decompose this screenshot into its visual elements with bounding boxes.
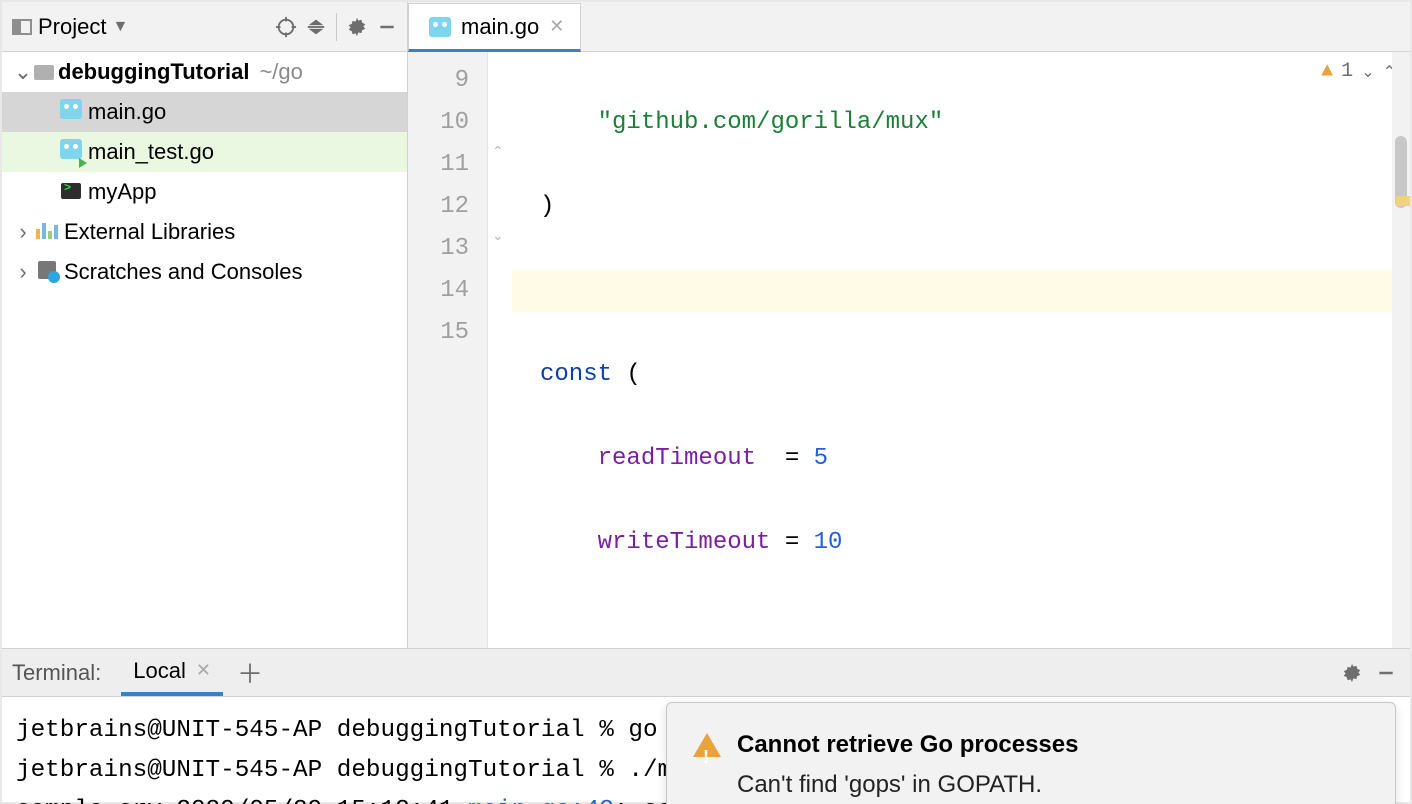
inspection-widget[interactable]: ▲ 1 ⌄ ⌃ [1321,60,1396,83]
tree-item-label: main.go [84,100,166,124]
tree-item-label: Scratches and Consoles [60,260,302,284]
editor: main.go ✕ 9 10 11 12 13 14 15 ⌃ ⌄ [408,2,1410,648]
tree-item-label: main_test.go [84,140,214,164]
fold-close-icon[interactable]: ⌃ [492,144,504,161]
tree-root[interactable]: ⌄ debuggingTutorial ~/go [2,52,407,92]
tree-external-libs[interactable]: › External Libraries [2,212,407,252]
notification-title: Cannot retrieve Go processes [737,725,1078,765]
editor-tab-label: main.go [461,14,539,40]
scratches-icon [38,261,56,279]
libraries-icon [36,221,58,239]
terminal-tab-label: Local [133,658,186,684]
editor-scrollbar[interactable] [1392,52,1410,648]
notification-message: Can't find 'gops' in GOPATH. [693,765,1369,804]
project-tree[interactable]: ⌄ debuggingTutorial ~/go main.go main_te… [2,52,407,648]
tree-item-label: External Libraries [60,220,235,244]
terminal-tab-local[interactable]: Local ✕ [121,650,223,696]
collapse-icon[interactable] [302,13,330,41]
editor-tabbar: main.go ✕ [408,2,1410,52]
tree-item-binary[interactable]: myApp [2,172,407,212]
tree-root-path: ~/go [249,60,302,84]
tree-item-main-test[interactable]: main_test.go [2,132,407,172]
warning-icon [693,733,721,757]
code-body[interactable]: "github.com/gorilla/mux" ) const ( readT… [512,52,1410,648]
go-file-icon [60,99,82,119]
terminal-panel: Terminal: Local ✕ ＋ jetbrains@UNIT-545-A… [2,649,1410,804]
project-icon [12,19,32,35]
project-sidebar: Project ▼ [2,2,408,648]
go-test-file-icon [60,139,82,159]
chevron-down-icon: ▼ [112,18,128,36]
folder-icon [34,65,54,80]
terminal-toolbar: Terminal: Local ✕ ＋ [2,649,1410,697]
fold-column[interactable]: ⌃ ⌄ [488,52,512,648]
add-terminal-button[interactable]: ＋ [229,654,271,691]
file-link[interactable]: main.go:42 [468,797,614,804]
line-gutter: 9 10 11 12 13 14 15 [408,52,488,648]
chevron-down-icon[interactable]: ⌄ [12,60,34,84]
project-toolbar: Project ▼ [2,2,407,52]
code-editor[interactable]: 9 10 11 12 13 14 15 ⌃ ⌄ "github.com/gori… [408,52,1410,648]
inspection-count: 1 [1341,60,1353,83]
target-icon[interactable] [272,13,300,41]
editor-tab-main[interactable]: main.go ✕ [408,3,581,52]
minimize-icon[interactable] [1372,659,1400,687]
binary-file-icon [61,183,81,199]
gear-icon[interactable] [1338,659,1366,687]
tree-root-name: debuggingTutorial [54,60,249,84]
tree-item-main[interactable]: main.go [2,92,407,132]
go-file-icon [429,17,451,37]
chevron-down-icon[interactable]: ⌄ [1361,62,1374,82]
tree-item-label: myApp [84,180,156,204]
gear-icon[interactable] [343,13,371,41]
close-icon[interactable]: ✕ [549,16,564,37]
project-label: Project [38,14,106,40]
project-view-button[interactable]: Project ▼ [8,11,132,43]
chevron-right-icon[interactable]: › [12,220,34,244]
warning-marker[interactable] [1396,196,1410,206]
tree-scratches[interactable]: › Scratches and Consoles [2,252,407,292]
notification-popup: Cannot retrieve Go processes Can't find … [666,702,1396,804]
chevron-right-icon[interactable]: › [12,260,34,284]
terminal-label: Terminal: [12,660,115,686]
warning-icon: ▲ [1321,60,1333,83]
minimize-icon[interactable] [373,13,401,41]
fold-open-icon[interactable]: ⌄ [492,228,504,245]
close-icon[interactable]: ✕ [196,660,211,681]
